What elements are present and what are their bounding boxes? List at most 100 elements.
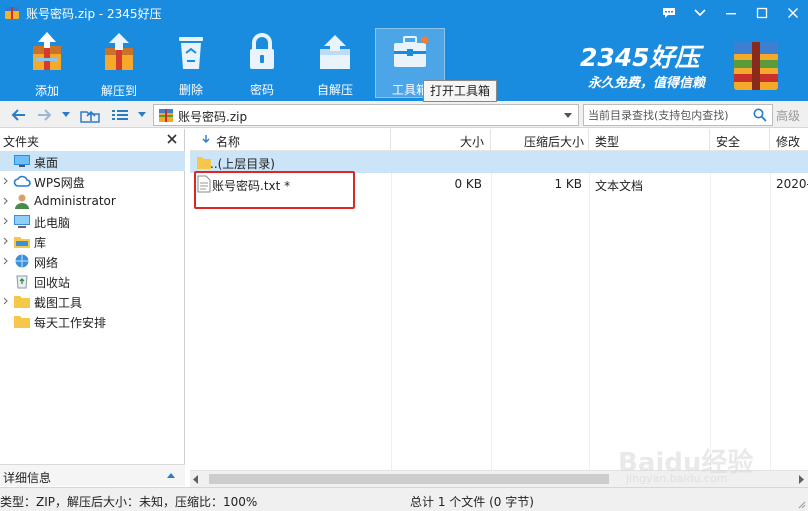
back-button[interactable] — [8, 104, 30, 125]
self-extract-icon — [315, 32, 355, 71]
scroll-right-icon[interactable] — [799, 475, 805, 484]
user-icon — [15, 194, 29, 209]
caret-down-icon — [62, 112, 70, 117]
folder-pane-header: 文件夹 — [0, 129, 185, 151]
password-button[interactable]: 密码 — [227, 28, 297, 98]
trash-icon — [171, 32, 211, 71]
maximize-icon — [756, 7, 767, 19]
tree-label: WPS网盘 — [34, 176, 85, 190]
folder-up-icon — [80, 110, 100, 123]
brand-name: 2345好压 — [580, 43, 700, 72]
tree-label: 库 — [34, 236, 47, 250]
self-extract-label: 自解压 — [316, 83, 353, 97]
annotation-highlight-box — [194, 171, 355, 209]
column-modified[interactable]: 修改时 — [770, 129, 808, 166]
chevron-right-icon[interactable] — [3, 217, 8, 225]
view-mode-dropdown[interactable] — [135, 104, 149, 125]
folder-pane-title: 文件夹 — [3, 135, 40, 149]
window-controls — [653, 0, 808, 26]
column-label: 压缩后大小 — [523, 135, 584, 149]
maximize-button[interactable] — [746, 0, 777, 26]
feedback-button[interactable] — [653, 0, 684, 26]
chevron-down-icon — [693, 9, 706, 17]
column-divider — [710, 151, 711, 471]
add-archive-icon — [27, 32, 67, 72]
search-icon[interactable] — [753, 108, 767, 122]
minimize-button[interactable] — [715, 0, 746, 26]
close-icon[interactable] — [167, 134, 177, 144]
details-label: 详细信息 — [3, 471, 52, 485]
title-bar: 账号密码.zip - 2345好压 — [0, 0, 808, 26]
column-name[interactable]: 名称 — [190, 129, 391, 151]
close-button[interactable] — [777, 0, 808, 26]
delete-button[interactable]: 删除 — [156, 28, 226, 98]
column-label: 名称 — [216, 135, 241, 149]
caret-down-icon — [138, 112, 146, 117]
view-mode-button[interactable] — [108, 104, 132, 125]
password-label: 密码 — [249, 83, 274, 97]
extract-to-button[interactable]: 解压到 — [84, 28, 154, 98]
tree-label: 每天工作安排 — [34, 316, 107, 330]
column-size[interactable]: 大小 — [391, 129, 491, 151]
scroll-left-icon[interactable] — [193, 475, 199, 484]
main-toolbar: 添加 解压到 删除 密码 自解压 工具箱 — [0, 26, 450, 101]
chevron-right-icon[interactable] — [3, 257, 8, 265]
folder-pane: 文件夹 桌面 WPS网盘 Administrator 此电脑 库 网络 回收站 … — [0, 129, 185, 486]
tree-item-recycle-bin[interactable]: 回收站 — [0, 271, 185, 291]
parent-directory-row[interactable]: ..(上层目录) — [190, 151, 808, 173]
caret-up-icon — [167, 473, 175, 478]
archive-info: 类型：ZIP，解压后大小：未知，压缩比：100% — [0, 495, 258, 509]
column-safety[interactable]: 安全 — [710, 129, 770, 151]
caret-down-icon[interactable] — [564, 113, 572, 118]
scrollbar-thumb[interactable] — [209, 474, 609, 484]
up-folder-button[interactable] — [78, 104, 102, 125]
tree-item-desktop[interactable]: 桌面 — [0, 151, 185, 171]
search-box — [583, 104, 773, 126]
window-title: 账号密码.zip - 2345好压 — [26, 7, 162, 21]
watermark-url: jingyan.baidu.com — [626, 472, 728, 485]
resize-grip-icon[interactable] — [796, 499, 806, 509]
current-path: 账号密码.zip — [178, 110, 248, 124]
extract-icon — [99, 32, 139, 72]
chevron-right-icon[interactable] — [3, 297, 8, 305]
toolbox-icon — [390, 33, 430, 71]
tree-label: 网络 — [34, 256, 59, 270]
tree-item-wps-cloud[interactable]: WPS网盘 — [0, 171, 185, 191]
add-button[interactable]: 添加 — [12, 28, 82, 98]
tree-item-this-pc[interactable]: 此电脑 — [0, 211, 185, 231]
advanced-search-button[interactable]: 高级 — [776, 107, 800, 124]
forward-button[interactable] — [33, 104, 55, 125]
folder-icon — [14, 296, 30, 308]
column-label: 安全 — [716, 135, 741, 149]
address-bar: 账号密码.zip 高级 — [0, 101, 808, 128]
tree-item-administrator[interactable]: Administrator — [0, 191, 185, 211]
column-packed-size[interactable]: 压缩后大小 — [491, 129, 589, 151]
file-packed-size: 1 KB — [554, 177, 582, 191]
column-type[interactable]: 类型 — [589, 129, 710, 151]
tree-item-network[interactable]: 网络 — [0, 251, 185, 271]
lock-icon — [242, 32, 282, 71]
tree-item-screenshot-tool[interactable]: 截图工具 — [0, 291, 185, 311]
path-field[interactable]: 账号密码.zip — [153, 104, 579, 126]
folder-icon — [14, 316, 30, 328]
tree-item-library[interactable]: 库 — [0, 231, 185, 251]
chevron-right-icon[interactable] — [3, 237, 8, 245]
extract-label: 解压到 — [100, 84, 137, 98]
tree-label: 桌面 — [34, 156, 59, 170]
search-input[interactable] — [588, 107, 748, 123]
network-icon — [15, 254, 29, 268]
arrow-right-icon — [38, 108, 52, 121]
column-divider — [770, 151, 771, 471]
history-dropdown[interactable] — [58, 104, 74, 125]
file-total: 总计 1 个文件 (0 字节) — [410, 495, 534, 509]
computer-icon — [14, 215, 30, 228]
details-panel-toggle[interactable]: 详细信息 — [0, 464, 185, 486]
tree-item-daily-schedule[interactable]: 每天工作安排 — [0, 311, 185, 331]
chevron-right-icon[interactable] — [3, 197, 8, 205]
self-extract-button[interactable]: 自解压 — [300, 28, 370, 98]
file-modified: 2020- — [776, 177, 808, 191]
toolbox-tooltip: 打开工具箱 — [423, 80, 498, 102]
tree-label: 回收站 — [34, 276, 71, 290]
menu-button[interactable] — [684, 0, 715, 26]
chevron-right-icon[interactable] — [3, 177, 8, 185]
